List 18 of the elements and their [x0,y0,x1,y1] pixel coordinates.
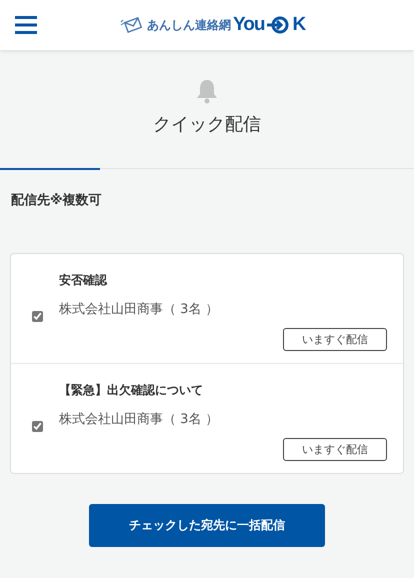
recipient-name: 株式会社山田商事（ 3名 ） [59,301,220,318]
brand-text: K [292,14,306,36]
logo-text: あんしん連絡網 [147,16,231,34]
envelope-icon [120,17,142,33]
message-title: 安否確認 [59,272,108,289]
checkbox[interactable] [32,311,43,322]
bulk-send-button[interactable]: チェックした宛先に一括配信 [89,504,325,547]
menu-icon[interactable] [15,16,37,34]
page-title: クイック配信 [153,113,261,136]
section-label: 配信先※複数可 [10,192,103,210]
checkbox[interactable] [32,421,43,432]
arrow-circle-icon [266,16,290,34]
send-now-button[interactable]: いますぐ配信 [283,328,387,351]
brand-text: You [233,14,264,36]
bell-icon [194,78,220,104]
send-now-button[interactable]: いますぐ配信 [283,438,387,461]
message-title: 【緊急】出欠確認について [59,382,204,399]
recipient-name: 株式会社山田商事（ 3名 ） [59,411,220,428]
